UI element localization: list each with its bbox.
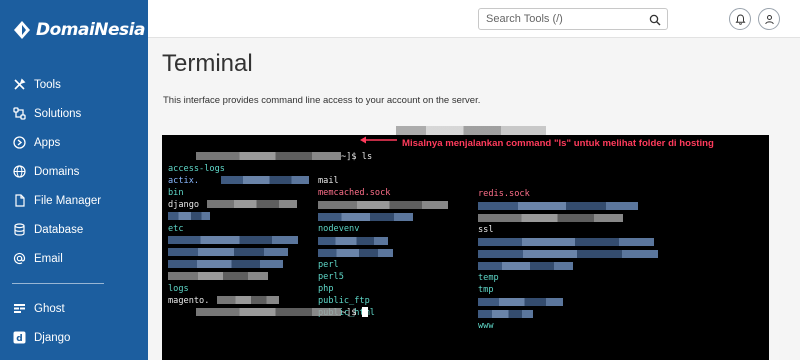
terminal-row: nodevenv [165, 198, 765, 246]
logo-mark-icon [14, 21, 30, 39]
sidebar-item-label: Django [34, 331, 71, 344]
terminal-input-line[interactable]: ~]$ [165, 294, 368, 318]
sidebar-item-label: Ghost [34, 302, 65, 315]
brand-name: DomaiNesia [36, 20, 145, 40]
sidebar-item-label: Solutions [34, 107, 82, 120]
sidebar-item-label: Domains [34, 165, 80, 178]
terminal-row: access-logs mail redis.sock [165, 150, 765, 199]
bell-icon [734, 13, 746, 25]
sidebar-item-database[interactable]: Database [0, 215, 148, 244]
redacted-hostname [196, 308, 342, 317]
search-icon[interactable] [649, 14, 661, 26]
sidebar-item-file-manager[interactable]: File Manager [0, 186, 148, 215]
sidebar-item-label: Apps [34, 136, 61, 149]
search-input[interactable] [486, 13, 646, 25]
ls-entry: www [478, 321, 494, 332]
top-header [148, 0, 800, 38]
sidebar-item-apps[interactable]: Apps [0, 128, 148, 157]
user-menu-button[interactable] [758, 8, 780, 30]
page-title: Terminal [162, 50, 253, 77]
solutions-icon [12, 107, 26, 121]
terminal-row: actix. memcached.sock [165, 162, 765, 210]
terminal-prompt-line: ~]$ ls [165, 138, 372, 162]
terminal-row: php [165, 258, 765, 306]
terminal-row: bin [165, 174, 765, 222]
terminal-row: etc [165, 210, 765, 258]
svg-text:d: d [16, 334, 22, 344]
redacted-text [478, 297, 563, 306]
terminal-row: perl5 tmp [165, 246, 765, 295]
ghost-icon [12, 302, 26, 316]
redacted-text [478, 309, 533, 318]
main-content: Terminal This interface provides command… [148, 38, 800, 360]
prompt-suffix: ~]$ [341, 307, 357, 318]
sidebar-divider [12, 283, 104, 284]
search-box [478, 8, 668, 30]
email-icon [12, 252, 26, 266]
terminal-row: logs public_ftp [165, 270, 765, 318]
annotation-text: Misalnya menjalankan command "ls" untuk … [402, 138, 714, 149]
arrow-left-icon [360, 136, 397, 144]
sidebar-item-domains[interactable]: Domains [0, 157, 148, 186]
database-icon [12, 223, 26, 237]
tools-icon [12, 78, 26, 92]
sidebar: DomaiNesia Tools Solutions Apps Domains [0, 0, 148, 360]
file-icon [12, 194, 26, 208]
terminal-row: magento. public_html www [165, 282, 765, 331]
globe-icon [12, 165, 26, 179]
redacted-area [396, 126, 546, 135]
sidebar-nav: Tools Solutions Apps Domains File Manage… [0, 70, 148, 352]
django-icon: d [12, 331, 26, 345]
sidebar-item-ghost[interactable]: Ghost [0, 294, 148, 323]
apps-icon [12, 136, 26, 150]
brand-logo[interactable]: DomaiNesia [12, 20, 145, 40]
sidebar-item-label: Tools [34, 78, 61, 91]
user-icon [764, 14, 774, 24]
terminal-cursor [361, 307, 368, 318]
sidebar-item-label: Database [34, 223, 84, 236]
sidebar-item-solutions[interactable]: Solutions [0, 99, 148, 128]
sidebar-item-django[interactable]: d Django [0, 323, 148, 352]
sidebar-item-email[interactable]: Email [0, 244, 148, 273]
sidebar-item-label: File Manager [34, 194, 102, 207]
terminal-row [165, 222, 765, 270]
notifications-button[interactable] [729, 8, 751, 30]
page-description: This interface provides command line acc… [163, 95, 481, 106]
sidebar-item-tools[interactable]: Tools [0, 70, 148, 99]
terminal-row: django ssl [165, 186, 765, 235]
terminal-window[interactable]: ~]$ ls Misalnya menjalankan command "ls"… [162, 135, 769, 360]
sidebar-item-label: Email [34, 252, 63, 265]
terminal-row: perl temp [165, 234, 765, 283]
